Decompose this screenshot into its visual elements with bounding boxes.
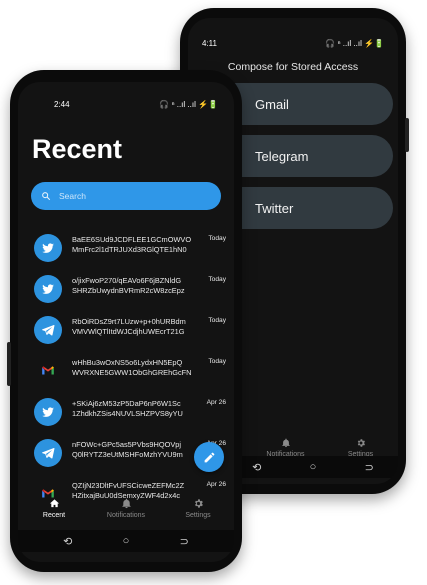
message-line-2: 1ZhdkhZSis4NUVLSHZPVS8yYU	[72, 409, 183, 418]
compose-button[interactable]	[194, 442, 224, 472]
message-line-2: Q0lRYTZ3eUtMSHFoMzhYVU9m	[72, 450, 183, 459]
message-row[interactable]: BaEE6SUd9JCDFLEE1GCmOWVO MmFrc2l1dTRJUXd3…	[34, 230, 226, 266]
bottom-nav: Recent Notifications Settings	[18, 492, 234, 524]
recents-key-icon[interactable]: ⟲	[252, 461, 261, 474]
gear-icon	[357, 439, 365, 447]
status-bar: 2:44 🎧 ⁿ ..ıl ..ıl ⚡🔋	[54, 97, 218, 111]
message-line-2: VMVWlQTlItdWJCdjhUWEcrT21G	[72, 327, 185, 336]
search-bar[interactable]	[31, 182, 221, 210]
message-line-1: +SKiAj6zM53zP5DaP6nP6W1Sc	[72, 399, 181, 408]
nav-settings-label: Settings	[185, 511, 211, 519]
nav-settings[interactable]: Settings	[326, 438, 396, 458]
message-preview: RbOiRDsZ9rt7LUzw+p+0hURBdm VMVWlQTlItdWJC…	[72, 317, 200, 337]
recents-key-icon[interactable]: ⟲	[63, 535, 72, 548]
telegram-icon	[34, 316, 62, 344]
message-line-1: BaEE6SUd9JCDFLEE1GCmOWVO	[72, 235, 192, 244]
message-preview: wHhBu3wOxNS5o6LydxHN5EpQ WVRXNE5GWW1ObGhG…	[72, 358, 200, 378]
page-title: Recent	[32, 134, 123, 164]
status-time: 2:44	[54, 99, 70, 109]
nav-notifications[interactable]: Notifications	[251, 438, 321, 458]
system-nav-bar: ⟲ ○ ⊃	[18, 530, 234, 552]
message-row[interactable]: o/jixFwoP270/qEAVo6F6jBZNldG SHRZbUwydnBV…	[34, 271, 226, 307]
message-date: Apr 26	[206, 481, 226, 488]
message-preview: nFOWc+GPc5as5PVbs9HQOVpj Q0lRYTZ3eUtMSHFo…	[72, 440, 200, 460]
message-row[interactable]: RbOiRDsZ9rt7LUzw+p+0hURBdm VMVWlQTlItdWJC…	[34, 312, 226, 348]
telegram-icon	[34, 439, 62, 467]
message-line-2: MmFrc2l1dTRJUXd3RGlQTE1hN0	[72, 245, 187, 254]
home-icon	[49, 498, 59, 507]
message-line-2: WVRXNE5GWW1ObGhGREhGcFN	[72, 368, 192, 377]
message-line-1: wHhBu3wOxNS5o6LydxHN5EpQ	[72, 358, 183, 367]
search-input[interactable]	[59, 191, 199, 201]
side-button	[405, 118, 409, 152]
message-line-1: RbOiRDsZ9rt7LUzw+p+0hURBdm	[72, 317, 186, 326]
twitter-icon	[34, 398, 62, 426]
status-bar: 4:11 🎧 ⁿ ..ıl ..ıl ⚡🔋	[202, 36, 384, 50]
status-time: 4:11	[202, 38, 217, 48]
message-line-1: o/jixFwoP270/qEAVo6F6jBZNldG	[72, 276, 182, 285]
search-icon	[42, 192, 51, 201]
twitter-icon	[34, 234, 62, 262]
front-phone: 2:44 🎧 ⁿ ..ıl ..ıl ⚡🔋 Recent BaEE6SUd9JC…	[7, 70, 242, 572]
nav-notifications[interactable]: Notifications	[96, 498, 156, 519]
message-date: Today	[208, 317, 226, 324]
nav-notifications-label: Notifications	[106, 511, 146, 519]
message-preview: BaEE6SUd9JCDFLEE1GCmOWVO MmFrc2l1dTRJUXd3…	[72, 235, 200, 255]
message-row[interactable]: +SKiAj6zM53zP5DaP6nP6W1Sc 1ZhdkhZSis4NUVL…	[34, 394, 226, 430]
message-line-1: QZIjN23DltFvUFSCicweZEFMc2Z	[72, 481, 185, 490]
message-date: Today	[208, 235, 226, 242]
nav-settings[interactable]: Settings	[168, 498, 228, 519]
back-key-icon[interactable]: ⊃	[365, 461, 374, 474]
gmail-icon	[34, 357, 62, 385]
message-date: Today	[208, 276, 226, 283]
home-key-icon[interactable]: ○	[310, 461, 317, 473]
twitter-icon	[34, 275, 62, 303]
bell-icon	[121, 498, 131, 508]
status-icons: 🎧 ⁿ ..ıl ..ıl ⚡🔋	[159, 99, 218, 109]
edit-icon	[204, 452, 214, 462]
message-row[interactable]: wHhBu3wOxNS5o6LydxHN5EpQ WVRXNE5GWW1ObGhG…	[34, 353, 226, 389]
message-line-1: nFOWc+GPc5as5PVbs9HQOVpj	[72, 440, 182, 449]
back-key-icon[interactable]: ⊃	[180, 535, 189, 548]
nav-recent[interactable]: Recent	[24, 498, 84, 519]
home-key-icon[interactable]: ○	[123, 535, 130, 547]
side-button	[7, 342, 11, 386]
message-line-2: SHRZbUwydnBVRmR2cW8zcEpz	[72, 286, 185, 295]
status-icons: 🎧 ⁿ ..ıl ..ıl ⚡🔋	[325, 38, 384, 48]
gear-icon	[194, 498, 203, 508]
message-date: Apr 26	[206, 399, 226, 406]
bell-icon	[281, 438, 290, 448]
message-date: Today	[208, 358, 226, 365]
message-preview: o/jixFwoP270/qEAVo6F6jBZNldG SHRZbUwydnBV…	[72, 276, 200, 296]
nav-recent-label: Recent	[42, 511, 66, 519]
message-preview: +SKiAj6zM53zP5DaP6nP6W1Sc 1ZhdkhZSis4NUVL…	[72, 399, 200, 419]
recent-screen: 2:44 🎧 ⁿ ..ıl ..ıl ⚡🔋 Recent BaEE6SUd9JC…	[18, 82, 234, 562]
